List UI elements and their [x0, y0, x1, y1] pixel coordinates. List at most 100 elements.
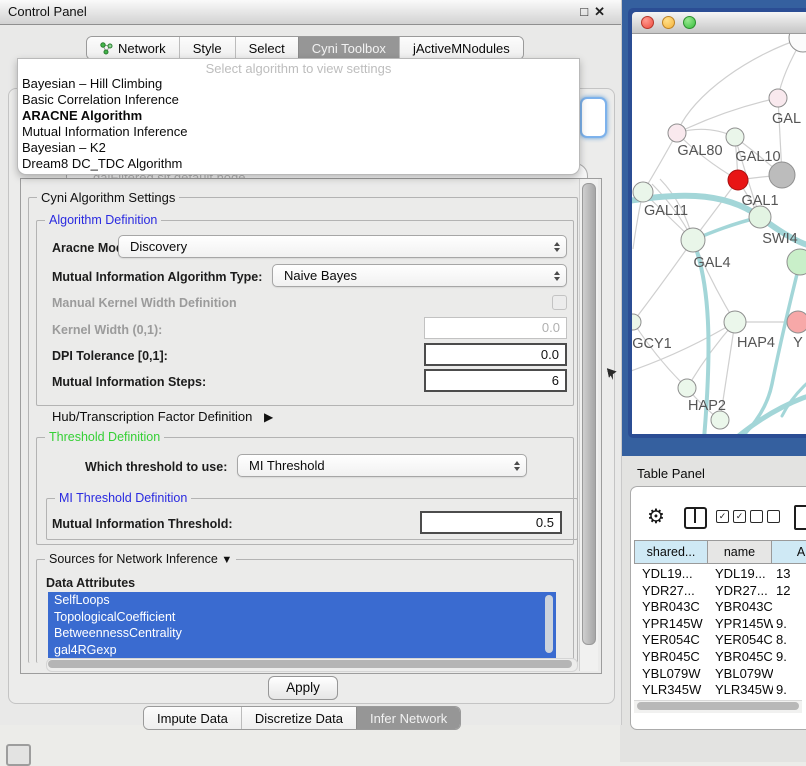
aracne-mode-combo[interactable]: Discovery: [118, 235, 567, 258]
manual-kernel-width-checkbox[interactable]: [552, 295, 567, 310]
menu-item[interactable]: Bayesian – Hill Climbing: [22, 76, 162, 91]
select-all-checkboxes-icon[interactable]: ✓✓: [716, 510, 746, 523]
table-row[interactable]: YPR145W YPR145W 9.: [634, 616, 806, 633]
dpi-tolerance-label: DPI Tolerance [0,1]:: [52, 349, 168, 363]
horizontal-scrollbar-thumb[interactable]: [48, 660, 572, 668]
node[interactable]: [681, 228, 705, 252]
focused-combo-fragment[interactable]: [580, 97, 607, 138]
float-window-icon[interactable]: □: [580, 4, 594, 19]
kernel-width-field[interactable]: 0.0: [424, 317, 567, 339]
list-scrollbar-thumb[interactable]: [545, 595, 553, 653]
table-row[interactable]: YDL19... YDL19... 13: [634, 566, 806, 583]
group-title: Algorithm Definition: [45, 213, 161, 227]
gear-icon[interactable]: ⚙: [647, 504, 665, 529]
dropdown-placeholder: Select algorithm to view settings: [18, 61, 579, 76]
menu-item[interactable]: Bayesian – K2: [22, 140, 106, 155]
table-row[interactable]: YDR27... YDR27... 12: [634, 583, 806, 600]
node[interactable]: [749, 206, 771, 228]
control-panel-tabbar: Network Style Select Cyni Toolbox jActiv…: [86, 36, 524, 60]
close-traffic-light-icon[interactable]: [641, 16, 654, 29]
node-label: HAP2: [688, 398, 726, 414]
node[interactable]: [633, 182, 653, 202]
zoom-traffic-light-icon[interactable]: [683, 16, 696, 29]
apply-button[interactable]: Apply: [268, 676, 338, 700]
list-item[interactable]: BetweennessCentrality: [48, 625, 556, 642]
table-row[interactable]: YER054C YER054C 8.: [634, 632, 806, 649]
mi-steps-field[interactable]: 6: [424, 369, 567, 392]
node-label: GAL4: [693, 255, 730, 271]
vertical-scrollbar-thumb[interactable]: [582, 183, 596, 645]
node-label: GAL11: [644, 203, 688, 219]
mi-threshold-label: Mutual Information Threshold:: [52, 517, 233, 531]
combo-value: Discovery: [119, 239, 548, 254]
tab-select[interactable]: Select: [235, 37, 298, 59]
cell-name: YDR27...: [715, 583, 773, 600]
tab-infer-network[interactable]: Infer Network: [356, 707, 460, 729]
node[interactable]: [787, 311, 806, 333]
list-item[interactable]: gal4RGexp: [48, 642, 556, 659]
mi-algorithm-type-combo[interactable]: Naive Bayes: [272, 264, 567, 287]
column-header-clipped[interactable]: A: [771, 540, 806, 564]
menu-item[interactable]: Dream8 DC_TDC Algorithm: [22, 156, 182, 171]
tab-label: jActiveMNodules: [413, 41, 510, 56]
menu-item-highlighted[interactable]: ARACNE Algorithm: [22, 108, 142, 123]
tab-jactivemnodules[interactable]: jActiveMNodules: [399, 37, 523, 59]
cell-name: YER054C: [715, 632, 773, 649]
node-label: GAL80: [677, 143, 722, 159]
document-icon[interactable]: [794, 505, 806, 530]
node-selected[interactable]: [728, 170, 748, 190]
tab-label: Infer Network: [370, 711, 447, 726]
table-row[interactable]: YBR043C YBR043C: [634, 599, 806, 616]
chevron-right-icon[interactable]: ▶: [264, 410, 273, 424]
table-horizontal-scrollbar-thumb[interactable]: [637, 702, 799, 710]
tab-discretize-data[interactable]: Discretize Data: [241, 707, 356, 729]
network-window-titlebar[interactable]: [632, 12, 806, 34]
node-label: HAP4: [737, 335, 775, 351]
cell-name: YPR145W: [715, 616, 773, 633]
control-panel-titlebar[interactable]: Control Panel □✕: [0, 0, 621, 25]
cell-shared: YBR045C: [642, 649, 708, 666]
cell-shared: YBL079W: [642, 666, 708, 683]
data-attributes-list[interactable]: SelfLoops TopologicalCoefficient Between…: [48, 592, 556, 658]
node[interactable]: [724, 311, 746, 333]
network-icon: [100, 42, 113, 55]
hub-definition-label: Hub/Transcription Factor Definition: [52, 409, 252, 424]
horizontal-scrollbar[interactable]: [46, 658, 578, 672]
group-title: Sources for Network Inference ▼: [45, 552, 236, 566]
deselect-all-checkboxes-icon[interactable]: [750, 510, 780, 523]
table-row[interactable]: YLR345W YLR345W 9.: [634, 682, 806, 699]
table-row[interactable]: YBR045C YBR045C 9.: [634, 649, 806, 666]
node[interactable]: [787, 249, 806, 275]
close-icon[interactable]: ✕: [594, 4, 611, 19]
menu-item[interactable]: Basic Correlation Inference: [22, 92, 179, 107]
node[interactable]: [769, 162, 795, 188]
dpi-tolerance-field[interactable]: 0.0: [424, 343, 567, 366]
minimize-traffic-light-icon[interactable]: [662, 16, 675, 29]
menu-item[interactable]: Mutual Information Inference: [22, 124, 187, 139]
stepper-arrows-icon: [548, 271, 566, 281]
list-item[interactable]: SelfLoops: [48, 592, 556, 609]
hub-definition-toggle[interactable]: Hub/Transcription Factor Definition ▶: [52, 409, 273, 424]
tab-network[interactable]: Network: [87, 37, 179, 59]
column-header-name[interactable]: name: [707, 540, 772, 564]
columns-icon[interactable]: [684, 507, 707, 529]
node[interactable]: [678, 379, 696, 397]
node[interactable]: [789, 34, 806, 52]
network-canvas[interactable]: GAL GAL80 GAL10 GAL1 GAL11 SWI4 GAL4 GCY…: [632, 34, 806, 434]
list-item[interactable]: TopologicalCoefficient: [48, 609, 556, 626]
column-header-shared[interactable]: shared...: [634, 540, 708, 564]
tab-cyni-toolbox[interactable]: Cyni Toolbox: [298, 37, 399, 59]
node[interactable]: [632, 314, 641, 330]
cyni-bottom-tabbar: Impute Data Discretize Data Infer Networ…: [143, 706, 461, 730]
combo-value: MI Threshold: [238, 458, 508, 473]
minimized-panel-icon[interactable]: [6, 744, 31, 766]
which-threshold-combo[interactable]: MI Threshold: [237, 454, 527, 477]
tab-style[interactable]: Style: [179, 37, 235, 59]
tab-impute-data[interactable]: Impute Data: [144, 707, 241, 729]
node[interactable]: [769, 89, 787, 107]
node[interactable]: [726, 128, 744, 146]
node[interactable]: [668, 124, 686, 142]
chevron-down-icon[interactable]: ▼: [221, 554, 232, 566]
table-row[interactable]: YBL079W YBL079W: [634, 666, 806, 683]
mi-threshold-field[interactable]: 0.5: [420, 511, 562, 534]
